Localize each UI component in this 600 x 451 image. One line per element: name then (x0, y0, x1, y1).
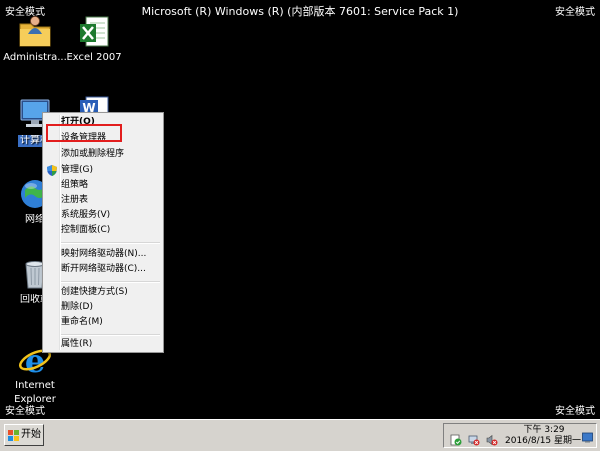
windows-logo-icon (8, 429, 19, 441)
context-menu: 打开(O) 设备管理器 添加或删除程序 管理(G) 组策略 注册表 系统服务(V… (42, 112, 164, 353)
volume-mute-icon[interactable] (486, 431, 498, 446)
desktop[interactable]: 安全模式 安全模式 Microsoft (R) Windows (R) (内部版… (0, 0, 600, 451)
safe-mode-watermark-bottom-left: 安全模式 (5, 406, 45, 417)
menu-item-control-panel[interactable]: 控制面板(C) (45, 223, 161, 238)
desktop-icon-label: Administra... (3, 52, 67, 63)
menu-item-properties[interactable]: 属性(R) (45, 337, 161, 352)
uac-shield-icon (47, 165, 57, 176)
desktop-icon-excel[interactable]: Excel 2007 (62, 14, 126, 64)
menu-item-disconnect-network-drive[interactable]: 断开网络驱动器(C)... (45, 262, 161, 277)
network-error-icon[interactable] (468, 431, 480, 446)
highlight-annotation-box (46, 124, 122, 142)
menu-separator (61, 281, 160, 283)
menu-item-delete[interactable]: 删除(D) (45, 300, 161, 315)
desktop-icon-administrator[interactable]: Administra... (3, 14, 67, 64)
desktop-icon-label: Internet (15, 380, 55, 391)
desktop-icon-label-line2: Explorer (14, 394, 56, 405)
menu-separator (61, 334, 160, 336)
menu-item-registry[interactable]: 注册表 (45, 193, 161, 208)
taskbar: 开始 下午 3:29 2016/8/15 星期一 (0, 419, 600, 451)
start-button[interactable]: 开始 (4, 424, 44, 446)
menu-separator (61, 242, 160, 244)
menu-item-map-network-drive[interactable]: 映射网络驱动器(N)... (45, 247, 161, 262)
menu-item-add-remove-programs[interactable]: 添加或删除程序 (45, 147, 161, 162)
excel-icon (76, 14, 112, 50)
menu-item-group-policy[interactable]: 组策略 (45, 178, 161, 193)
menu-item-manage[interactable]: 管理(G) (45, 163, 161, 178)
system-tray: 下午 3:29 2016/8/15 星期一 (443, 423, 597, 448)
action-center-icon[interactable] (450, 431, 462, 446)
menu-item-create-shortcut[interactable]: 创建快捷方式(S) (45, 285, 161, 300)
show-desktop-icon[interactable] (582, 428, 593, 443)
clock-date[interactable]: 2016/8/15 星期一 (505, 436, 581, 447)
desktop-icon-label: Excel 2007 (66, 52, 122, 63)
start-button-label: 开始 (21, 429, 41, 440)
user-folder-icon (17, 14, 53, 50)
menu-item-system-services[interactable]: 系统服务(V) (45, 208, 161, 223)
clock-time[interactable]: 下午 3:29 (520, 425, 568, 436)
safe-mode-watermark-bottom-right: 安全模式 (555, 406, 595, 417)
menu-item-rename[interactable]: 重命名(M) (45, 315, 161, 330)
